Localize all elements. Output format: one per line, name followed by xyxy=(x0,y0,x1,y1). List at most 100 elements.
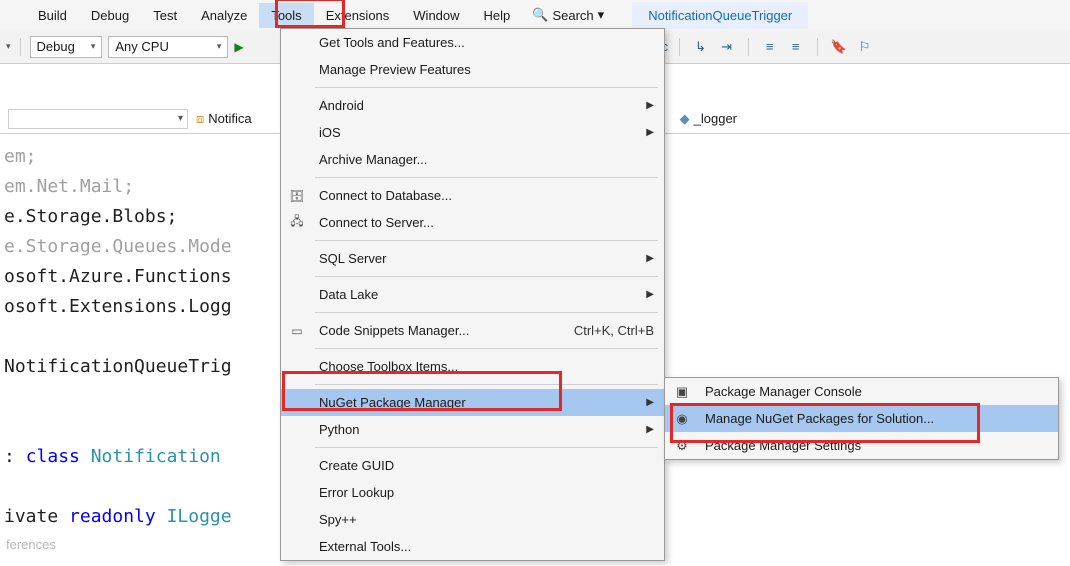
divider xyxy=(817,38,818,56)
menu-item-get-tools-and-features[interactable]: Get Tools and Features... xyxy=(281,29,664,56)
toolbar-dropdown-icon[interactable]: ▾ xyxy=(6,41,11,52)
config-dropdown[interactable]: Debug ▾ xyxy=(30,36,103,58)
menu-item-nuget-package-manager[interactable]: NuGet Package Manager ▶ xyxy=(281,389,664,416)
menu-debug[interactable]: Debug xyxy=(79,3,141,28)
menu-item-archive-manager[interactable]: Archive Manager... xyxy=(281,146,664,173)
breadcrumb-label: _logger xyxy=(694,111,737,126)
menu-shortcut: Ctrl+K, Ctrl+B xyxy=(574,323,654,338)
footer-text: ferences xyxy=(6,537,56,552)
menu-separator xyxy=(315,87,658,88)
menu-item-create-guid[interactable]: Create GUID xyxy=(281,452,664,479)
indent-right-icon[interactable]: ≡ xyxy=(788,39,804,55)
code-line: NotificationQueueTrig xyxy=(4,356,232,377)
menu-build[interactable]: Build xyxy=(26,3,79,28)
code-line: : class Notification xyxy=(4,446,221,467)
bookmark-icon[interactable]: 🔖 xyxy=(831,39,847,55)
menu-item-label: External Tools... xyxy=(319,539,411,554)
play-icon[interactable]: ▶ xyxy=(234,40,243,54)
platform-dropdown[interactable]: Any CPU ▾ xyxy=(108,36,228,58)
code-line: em.Net.Mail; xyxy=(4,176,134,197)
menu-item-label: Create GUID xyxy=(319,458,394,473)
menu-separator xyxy=(315,312,658,313)
menu-search[interactable]: 🔍 Search ▾ xyxy=(522,2,614,28)
search-label: Search xyxy=(552,8,593,23)
submenu-item-package-manager-settings[interactable]: ⚙Package Manager Settings xyxy=(665,432,1058,459)
code-line: e.Storage.Queues.Mode xyxy=(4,236,232,257)
menu-item-label: Get Tools and Features... xyxy=(319,35,465,50)
chevron-right-icon: ▶ xyxy=(646,100,654,111)
chevron-right-icon: ▶ xyxy=(646,289,654,300)
menu-item-connect-to-database[interactable]: 🗄Connect to Database... xyxy=(281,182,664,209)
menu-item-label: Manage Preview Features xyxy=(319,62,471,77)
nav-field-left[interactable]: ▾ xyxy=(8,109,188,129)
chevron-right-icon: ▶ xyxy=(646,424,654,435)
menu-window[interactable]: Window xyxy=(401,3,471,28)
menu-separator xyxy=(315,276,658,277)
code-line: em; xyxy=(4,146,37,167)
step-into-icon[interactable]: ↳ xyxy=(693,39,709,55)
menu-item-sql-server[interactable]: SQL Server▶ xyxy=(281,245,664,272)
menubar: Build Debug Test Analyze Tools Extension… xyxy=(0,0,1070,30)
menu-separator xyxy=(315,348,658,349)
breadcrumb-member[interactable]: ◆ _logger xyxy=(680,111,737,127)
chevron-down-icon: ▾ xyxy=(217,41,222,52)
menu-item-ios[interactable]: iOS▶ xyxy=(281,119,664,146)
indent-left-icon[interactable]: ≡ xyxy=(762,39,778,55)
breadcrumb-class[interactable]: ⧈ Notifica xyxy=(196,111,252,127)
divider xyxy=(679,38,680,56)
menu-separator xyxy=(315,240,658,241)
menu-item-connect-to-server[interactable]: 🖧 Connect to Server... xyxy=(281,209,664,236)
gear-icon: ⚙ xyxy=(673,438,691,454)
menu-item-android[interactable]: Android ▶ xyxy=(281,92,664,119)
open-document-tab[interactable]: NotificationQueueTrigger xyxy=(632,2,808,29)
menu-item-choose-toolbox-items[interactable]: Choose Toolbox Items... xyxy=(281,353,664,380)
menu-item-spy[interactable]: Spy++ xyxy=(281,506,664,533)
menu-separator xyxy=(315,447,658,448)
server-icon: 🖧 xyxy=(289,212,305,233)
menu-item-label: Data Lake xyxy=(319,287,378,302)
package-icon: ◉ xyxy=(673,411,691,427)
menu-item-label: Connect to Server... xyxy=(319,215,434,230)
menu-extensions[interactable]: Extensions xyxy=(314,3,402,28)
breadcrumb-label: Notifica xyxy=(208,111,251,126)
menu-item-data-lake[interactable]: Data Lake ▶ xyxy=(281,281,664,308)
console-icon: ▣ xyxy=(673,384,691,400)
snippet-icon: ▭ xyxy=(289,324,305,338)
menu-item-code-snippets-manager[interactable]: ▭ Code Snippets Manager... Ctrl+K, Ctrl+B xyxy=(281,317,664,344)
menu-analyze[interactable]: Analyze xyxy=(189,3,259,28)
menu-item-external-tools[interactable]: External Tools... xyxy=(281,533,664,560)
menu-item-label: Archive Manager... xyxy=(319,152,427,167)
db-icon: 🗄 xyxy=(289,189,305,203)
menu-item-label: NuGet Package Manager xyxy=(319,395,466,410)
chevron-down-icon: ▾ xyxy=(91,41,96,52)
search-icon: 🔍 xyxy=(532,7,548,23)
menu-item-error-lookup[interactable]: Error Lookup xyxy=(281,479,664,506)
menu-item-label: iOS xyxy=(319,125,341,140)
menu-item-label: SQL Server xyxy=(319,251,386,266)
class-icon: ⧈ xyxy=(196,111,204,127)
platform-value: Any CPU xyxy=(115,39,168,54)
menu-item-label: Code Snippets Manager... xyxy=(319,323,469,338)
step-over-icon[interactable]: ⇥ xyxy=(719,39,735,55)
menu-item-label: Android xyxy=(319,98,364,113)
divider xyxy=(748,38,749,56)
submenu-item-label: Package Manager Console xyxy=(705,384,862,399)
nuget-submenu: ▣ Package Manager Console ◉Manage NuGet Pa… xyxy=(664,377,1059,460)
menu-item-label: Spy++ xyxy=(319,512,357,527)
menu-item-manage-preview-features[interactable]: Manage Preview Features xyxy=(281,56,664,83)
code-line: ivate readonly ILogge xyxy=(4,506,232,527)
flag-icon[interactable]: ⚐ xyxy=(857,39,873,55)
menu-separator xyxy=(315,177,658,178)
chevron-right-icon: ▶ xyxy=(646,397,654,408)
menu-test[interactable]: Test xyxy=(141,3,189,28)
menu-help[interactable]: Help xyxy=(472,3,523,28)
menu-tools[interactable]: Tools xyxy=(259,3,313,28)
code-line: osoft.Azure.Functions xyxy=(4,266,232,287)
submenu-item-manage-nuget-packages-for-solution[interactable]: ◉Manage NuGet Packages for Solution... xyxy=(665,405,1058,432)
menu-separator xyxy=(315,384,658,385)
field-icon: ◆ xyxy=(680,111,690,127)
config-value: Debug xyxy=(37,39,75,54)
menu-item-python[interactable]: Python▶ xyxy=(281,416,664,443)
submenu-item-package-manager-console[interactable]: ▣ Package Manager Console xyxy=(665,378,1058,405)
code-line: e.Storage.Blobs; xyxy=(4,206,177,227)
